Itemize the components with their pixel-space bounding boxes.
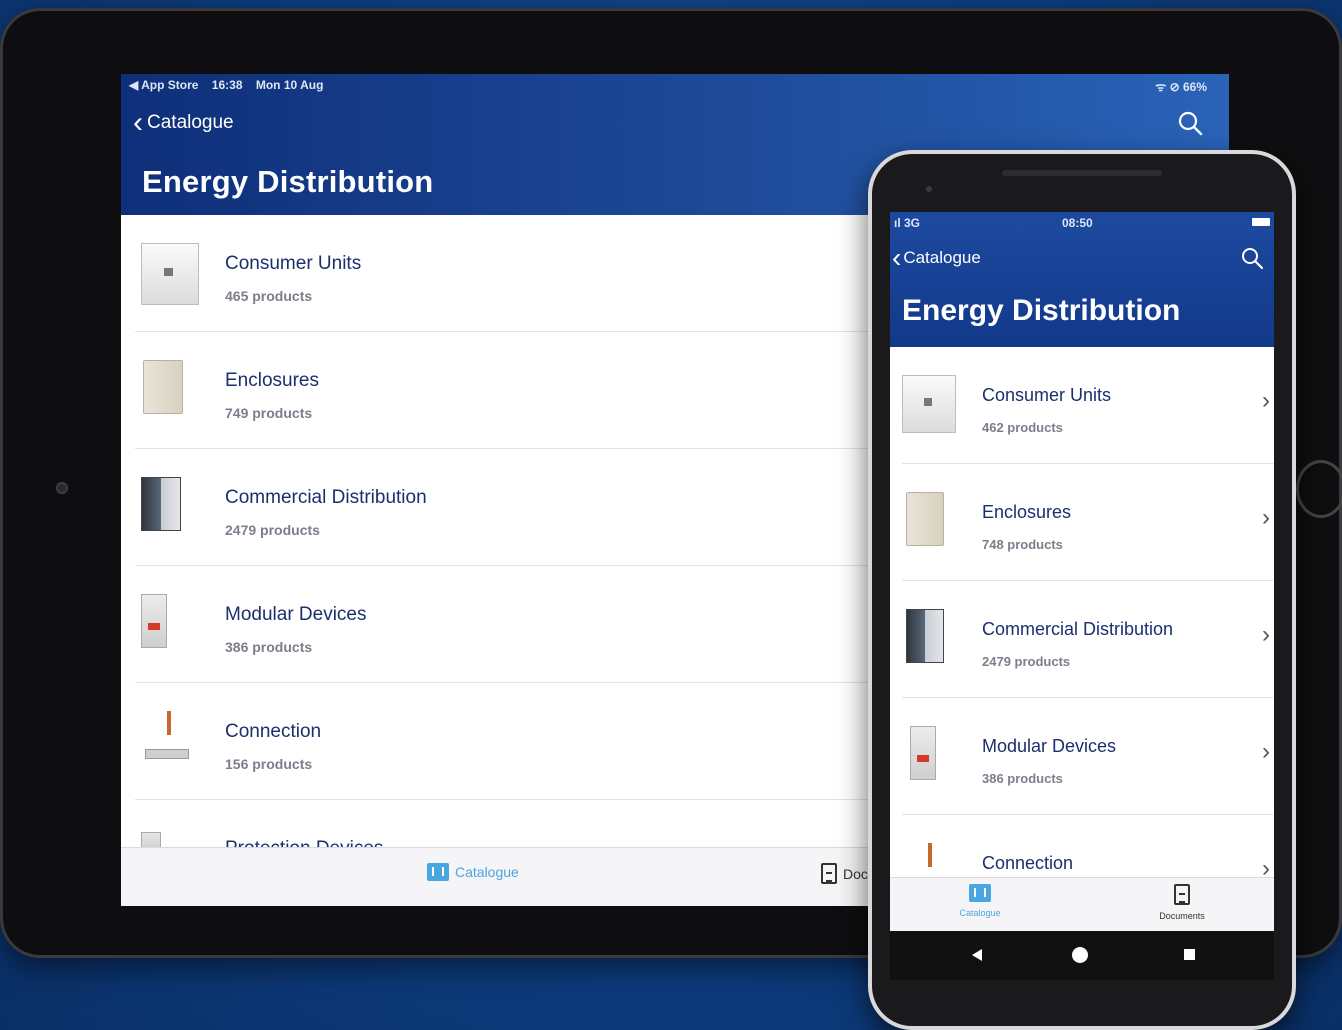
commercial-distribution-icon	[906, 609, 944, 663]
list-item[interactable]: Consumer Units 462 products ›	[902, 347, 1274, 464]
item-name: Enclosures	[982, 502, 1072, 522]
connection-icon	[141, 711, 199, 773]
item-name: Consumer Units	[982, 385, 1112, 405]
chevron-left-icon: ‹	[133, 106, 143, 139]
item-count: 2479 products	[225, 522, 320, 538]
modular-device-icon	[910, 726, 936, 780]
back-button-label: Catalogue	[147, 112, 234, 133]
tab-catalogue[interactable]: Catalogue	[427, 863, 519, 881]
page-title: Energy Distribution	[902, 294, 1181, 327]
tab-catalogue-label: Catalogue	[959, 908, 1001, 918]
enclosure-icon	[143, 360, 183, 414]
item-name: Modular Devices	[982, 736, 1117, 756]
list-item[interactable]: Consumer Units 465 products	[135, 215, 875, 332]
document-icon	[821, 863, 837, 884]
consumer-unit-icon	[902, 375, 956, 433]
phone-speaker	[1002, 170, 1162, 176]
item-count: 2479 products	[982, 654, 1071, 669]
tab-documents[interactable]: Documents	[1122, 884, 1242, 921]
list-item[interactable]: Commercial Distribution 2479 products	[135, 449, 875, 566]
status-date: Mon 10 Aug	[255, 78, 324, 92]
modular-device-icon	[141, 594, 167, 648]
item-count: 386 products	[225, 639, 313, 655]
category-list: Consumer Units 462 products › Enclosures…	[902, 347, 1274, 932]
item-name: Connection	[982, 853, 1074, 873]
tab-bar: Catalogue Documents	[890, 877, 1274, 932]
tablet-status-bar: ◀ App Store 16:38 Mon 10 Aug	[129, 78, 333, 92]
nav-home-icon[interactable]	[1072, 947, 1088, 963]
status-indicators: ᯤ ⊘ 66%	[1155, 80, 1207, 94]
chevron-right-icon: ›	[1262, 738, 1270, 765]
list-item[interactable]: Enclosures 748 products ›	[902, 464, 1274, 581]
category-list: Consumer Units 465 products Enclosures 7…	[135, 215, 875, 906]
chevron-right-icon: ›	[1262, 387, 1270, 414]
list-item[interactable]: Commercial Distribution 2479 products ›	[902, 581, 1274, 698]
tablet-camera	[56, 482, 68, 494]
item-count: 748 products	[982, 537, 1063, 552]
item-count: 386 products	[982, 771, 1063, 786]
list-item[interactable]: Connection 156 products	[135, 683, 875, 800]
commercial-distribution-icon	[141, 477, 181, 531]
item-name: Commercial Distribution	[982, 619, 1174, 639]
catalogue-icon	[969, 884, 991, 902]
search-icon[interactable]	[1177, 110, 1203, 136]
item-count: 465 products	[225, 288, 313, 304]
status-carrier: ◀ App Store	[129, 78, 199, 92]
list-item[interactable]: Modular Devices 386 products	[135, 566, 875, 683]
document-icon	[1174, 884, 1190, 905]
status-time: 16:38	[211, 78, 243, 92]
tab-documents-label: Doc	[843, 865, 868, 882]
item-count: 749 products	[225, 405, 313, 421]
item-name: Consumer Units	[225, 253, 362, 274]
item-count: 156 products	[225, 756, 313, 772]
status-time: 08:50	[1062, 216, 1093, 230]
battery-icon	[1252, 218, 1270, 226]
item-name: Connection	[225, 721, 322, 742]
item-count: 462 products	[982, 420, 1063, 435]
phone-screen: ıl 3G 08:50 ‹ Catalogue Energy Distribut…	[890, 212, 1274, 980]
list-item[interactable]: Enclosures 749 products	[135, 332, 875, 449]
nav-back-icon[interactable]	[972, 949, 982, 961]
enclosure-icon	[906, 492, 944, 546]
catalogue-icon	[427, 863, 449, 881]
tab-documents[interactable]: Doc	[821, 863, 868, 884]
tab-catalogue-label: Catalogue	[455, 864, 519, 880]
list-item[interactable]: Modular Devices 386 products ›	[902, 698, 1274, 815]
search-icon[interactable]	[1240, 246, 1264, 270]
item-name: Modular Devices	[225, 604, 367, 625]
back-button[interactable]: ‹ Catalogue	[892, 242, 981, 273]
chevron-left-icon: ‹	[892, 242, 902, 273]
phone-device: ıl 3G 08:50 ‹ Catalogue Energy Distribut…	[868, 150, 1296, 1030]
phone-header: ıl 3G 08:50 ‹ Catalogue Energy Distribut…	[890, 212, 1274, 347]
android-nav-bar	[890, 931, 1274, 980]
nav-recents-icon[interactable]	[1184, 949, 1195, 960]
page-title: Energy Distribution	[142, 164, 434, 199]
chevron-right-icon: ›	[1262, 621, 1270, 648]
back-button-label: Catalogue	[903, 248, 981, 267]
back-button[interactable]: ‹ Catalogue	[133, 106, 234, 139]
item-name: Enclosures	[225, 370, 319, 391]
tablet-home-button	[1296, 460, 1342, 518]
tab-documents-label: Documents	[1159, 911, 1205, 921]
tab-catalogue[interactable]: Catalogue	[920, 884, 1040, 918]
status-signal: ıl 3G	[894, 216, 921, 230]
chevron-right-icon: ›	[1262, 504, 1270, 531]
consumer-unit-icon	[141, 243, 199, 305]
phone-camera	[926, 186, 932, 192]
item-name: Commercial Distribution	[225, 487, 427, 508]
